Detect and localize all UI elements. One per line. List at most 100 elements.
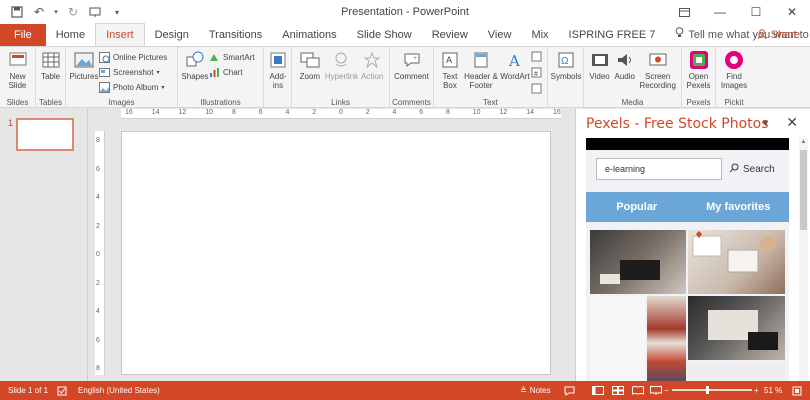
share-button[interactable]: Share [757,24,800,46]
tab-design[interactable]: Design [145,24,199,46]
action-label: Action [361,72,384,81]
zoom-label: Zoom [299,72,321,81]
redo-icon[interactable]: ↻ [64,3,82,21]
pexels-search-input[interactable]: e-learning [596,158,722,180]
reading-view-icon[interactable] [632,386,644,395]
group-label-tables: Tables [38,98,63,107]
group-symbols: Ω Symbols [548,47,584,108]
ruler-tick-label: 2 [96,222,100,230]
ruler-tick-label: 4 [285,109,290,116]
panel-scrollbar[interactable]: ▲ [799,138,808,381]
zoom-out-icon[interactable]: − [664,386,669,395]
ruler-tick-label: 2 [312,109,317,116]
photo-thumbnail[interactable] [590,230,686,294]
chart-button[interactable]: Chart [209,66,255,79]
online-pictures-button[interactable]: Online Pictures [99,51,167,64]
photo-thumbnail[interactable] [688,362,785,381]
start-from-beginning-icon[interactable] [86,3,104,21]
ruler-tick-label: 6 [419,109,424,116]
title-bar: ↶ ▾ ↻ ▾ Presentation - PowerPoint — ☐ ✕ [0,0,810,24]
globe-picture-icon [99,52,110,63]
group-pexels: Open Pexels Pexels [682,47,716,108]
dropdown-icon[interactable]: ▾ [52,3,60,21]
slide-count: Slide 1 of 1 [8,386,49,395]
zoom-slider[interactable] [672,389,752,391]
scroll-up-icon[interactable]: ▲ [799,138,808,147]
screenshot-button[interactable]: Screenshot ▾ [99,66,167,79]
ribbon-tabs: File Home Insert Design Transitions Anim… [0,23,810,46]
slide-number-icon[interactable]: # [531,67,543,81]
fit-slide-icon[interactable] [792,386,802,396]
spelling-icon[interactable] [57,386,67,396]
photo-thumbnail[interactable] [647,296,686,381]
save-icon[interactable] [8,3,26,21]
slide-thumbnail[interactable] [16,118,74,151]
tab-home[interactable]: Home [46,24,95,46]
photo-thumbnail[interactable] [590,296,645,381]
slide-canvas[interactable] [121,131,551,375]
zoom-icon [299,49,321,71]
ruler-tick-label: 2 [96,279,100,287]
notes-button[interactable]: ≜ Notes [520,386,551,395]
group-label-links: Links [331,98,350,107]
panel-options-icon[interactable]: ▼ [761,118,770,128]
group-text: A Text Box Header & Footer A WordArt # T… [434,47,548,108]
pexels-search-button[interactable]: Search [729,158,775,180]
zoom-slider-thumb[interactable] [706,386,709,394]
tab-view[interactable]: View [478,24,522,46]
normal-view-icon[interactable] [592,386,604,395]
tab-transitions[interactable]: Transitions [199,24,272,46]
group-pickit: Find Images Pickit [716,47,752,108]
tab-insert[interactable]: Insert [95,23,145,46]
textbox-label: Text Box [442,72,458,90]
header-footer-label: Header & Footer [464,72,498,90]
zoom-level[interactable]: 51 % [764,386,782,395]
customize-qat-icon[interactable]: ▾ [108,3,126,21]
scroll-thumb[interactable] [800,150,807,230]
ruler-tick-label: 2 [365,109,370,116]
screen-recording-icon [647,49,669,71]
horizontal-ruler: 16 14 12 10 8 6 4 2 0 2 4 6 8 10 12 14 16 [121,109,561,119]
tab-animations[interactable]: Animations [272,24,346,46]
lightbulb-icon [675,24,684,46]
new-slide-label: New Slide [8,72,27,90]
undo-icon[interactable]: ↶ [30,3,48,21]
ruler-tick-label: 10 [205,109,214,116]
close-icon[interactable]: ✕ [774,0,810,24]
screen-recording-label: Screen Recording [639,72,676,90]
quick-access-toolbar: ↶ ▾ ↻ ▾ [0,3,126,21]
window-controls: — ☐ ✕ [666,0,810,24]
maximize-icon[interactable]: ☐ [738,0,774,24]
photo-thumbnail[interactable] [688,230,785,294]
smartart-button[interactable]: SmartArt [209,51,255,64]
ribbon-display-options-icon[interactable] [666,0,702,24]
tab-ispring[interactable]: ISPRING FREE 7 [559,24,666,46]
tab-popular[interactable]: Popular [586,192,688,222]
photo-album-button[interactable]: Photo Album ▾ [99,81,167,94]
comments-status-icon[interactable] [564,386,575,396]
tab-mix[interactable]: Mix [521,24,558,46]
minimize-icon[interactable]: — [702,0,738,24]
photo-thumbnail[interactable] [688,296,785,360]
panel-close-icon[interactable]: ✕ [786,114,798,131]
online-pictures-label: Online Pictures [113,53,168,62]
tab-review[interactable]: Review [422,24,478,46]
slideshow-icon[interactable] [650,386,662,395]
language-status[interactable]: English (United States) [78,386,160,395]
slide-sorter-icon[interactable] [612,386,624,395]
tab-my-favorites[interactable]: My favorites [688,192,790,222]
object-icon[interactable] [531,83,543,97]
group-links: Zoom Hyperlink Action Links [292,47,390,108]
find-images-label: Find Images [720,72,748,90]
ruler-tick-label: 8 [96,137,100,144]
symbols-button[interactable]: Ω Symbols [551,49,581,108]
speaker-icon [614,49,636,71]
zoom-in-icon[interactable]: + [754,386,759,395]
date-time-icon[interactable] [531,51,543,65]
wordart-icon: A [504,49,526,71]
table-icon [40,49,62,71]
tab-slideshow[interactable]: Slide Show [347,24,422,46]
screenshot-label: Screenshot [113,68,154,77]
addins-button[interactable]: Add-ins [267,49,289,108]
tab-file[interactable]: File [0,24,46,46]
